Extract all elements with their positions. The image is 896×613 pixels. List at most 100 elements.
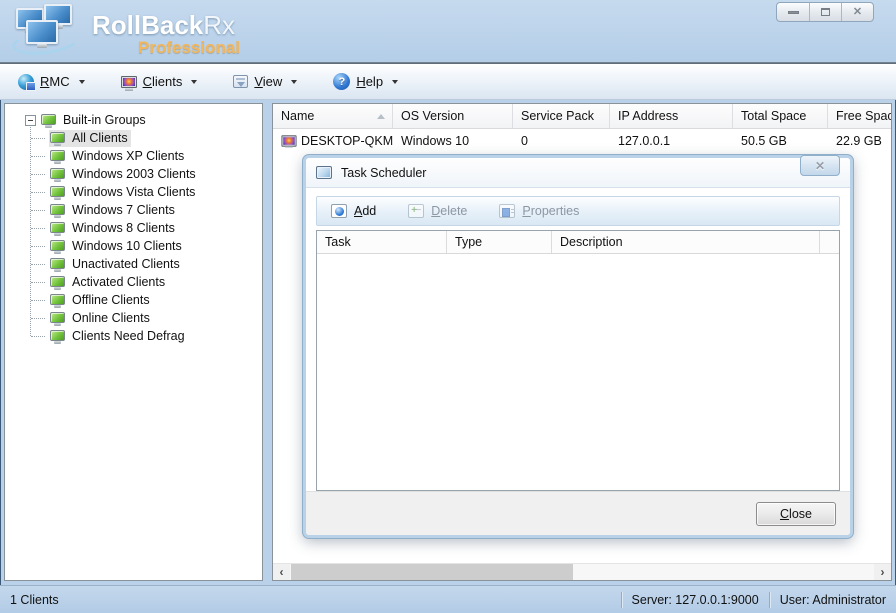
monitor-icon — [121, 76, 137, 88]
client-group-icon — [50, 240, 65, 251]
column-header-label: Name — [281, 109, 314, 123]
delete-task-button[interactable]: Delete — [408, 204, 467, 218]
sidebar-item-activated-clients[interactable]: Activated Clients — [5, 273, 262, 291]
properties-button[interactable]: Properties — [499, 204, 579, 218]
sidebar-item-windows-10-clients[interactable]: Windows 10 Clients — [5, 237, 262, 255]
client-group-icon — [50, 294, 65, 305]
menu-clients[interactable]: Clients — [121, 74, 198, 89]
sidebar-root-built-in-groups[interactable]: Built-in Groups — [5, 111, 262, 129]
group-tree: Built-in Groups All Clients Windows XP C… — [5, 104, 262, 345]
column-header-os-version[interactable]: OS Version — [393, 104, 513, 128]
logo-name-light: Rx — [203, 10, 235, 40]
sidebar-item-windows-8-clients[interactable]: Windows 8 Clients — [5, 219, 262, 237]
maximize-button[interactable] — [809, 3, 841, 21]
task-scheduler-icon — [316, 166, 332, 179]
sidebar-item-all-clients[interactable]: All Clients — [5, 129, 262, 147]
add-task-button[interactable]: Add — [331, 204, 376, 218]
column-header-service-pack[interactable]: Service Pack — [513, 104, 610, 128]
scroll-right-button[interactable]: › — [874, 564, 891, 580]
scroll-left-button[interactable]: ‹ — [273, 564, 290, 580]
sidebar-item-offline-clients[interactable]: Offline Clients — [5, 291, 262, 309]
client-table-header: Name OS Version Service Pack IP Address … — [273, 104, 891, 129]
tree-node: Windows 10 Clients — [49, 238, 185, 255]
menu-view-label: V — [254, 74, 262, 89]
tree-node: Windows Vista Clients — [49, 184, 198, 201]
client-group-icon — [50, 258, 65, 269]
close-icon: ✕ — [815, 159, 825, 173]
column-header-name[interactable]: Name — [273, 104, 393, 128]
status-separator — [621, 592, 622, 608]
column-header-description[interactable]: Description — [552, 231, 820, 253]
cell-os-version: Windows 10 — [393, 134, 513, 148]
close-button[interactable]: ✕ — [841, 3, 873, 21]
cell-service-pack: 0 — [513, 134, 610, 148]
menu-help[interactable]: ? Help — [333, 73, 398, 90]
tree-node: Online Clients — [49, 310, 153, 327]
cell-ip-address: 127.0.0.1 — [610, 134, 733, 148]
close-label: C — [780, 507, 789, 521]
column-header-free-space[interactable]: Free Space — [828, 104, 892, 128]
client-name: DESKTOP-QKMI... — [301, 134, 393, 148]
sidebar-item-label: Windows 8 Clients — [72, 221, 175, 235]
column-header-type[interactable]: Type — [447, 231, 552, 253]
app-logo: RollBackRx Professional — [14, 4, 240, 58]
help-icon: ? — [333, 73, 350, 90]
column-header-ip-address[interactable]: IP Address — [610, 104, 733, 128]
dialog-titlebar: Task Scheduler — [306, 158, 850, 188]
app-titlebar: RollBackRx Professional ✕ — [0, 0, 896, 62]
menu-rmc[interactable]: RMC — [18, 74, 85, 90]
tree-node: Windows 7 Clients — [49, 202, 178, 219]
status-separator — [769, 592, 770, 608]
client-group-icon — [50, 168, 65, 179]
window-controls: ✕ — [776, 2, 874, 22]
group-tree-panel: Built-in Groups All Clients Windows XP C… — [4, 103, 263, 581]
sidebar-item-online-clients[interactable]: Online Clients — [5, 309, 262, 327]
sidebar-item-windows-7-clients[interactable]: Windows 7 Clients — [5, 201, 262, 219]
sidebar-item-unactivated-clients[interactable]: Unactivated Clients — [5, 255, 262, 273]
sidebar-item-windows-xp-clients[interactable]: Windows XP Clients — [5, 147, 262, 165]
column-header-total-space[interactable]: Total Space — [733, 104, 828, 128]
status-client-count: 1 Clients — [10, 593, 59, 607]
globe-icon — [18, 74, 34, 90]
tree-node: Windows XP Clients — [49, 148, 187, 165]
sidebar-item-windows-2003-clients[interactable]: Windows 2003 Clients — [5, 165, 262, 183]
close-dialog-button[interactable]: Close — [756, 502, 836, 526]
collapse-icon[interactable] — [25, 115, 36, 126]
sidebar-item-windows-vista-clients[interactable]: Windows Vista Clients — [5, 183, 262, 201]
status-server: Server: 127.0.0.1:9000 — [632, 593, 759, 607]
sidebar-item-label: Windows XP Clients — [72, 149, 184, 163]
dialog-title: Task Scheduler — [341, 166, 426, 180]
client-group-icon — [50, 276, 65, 287]
minimize-button[interactable] — [777, 3, 809, 21]
status-user: User: Administrator — [780, 593, 886, 607]
logo-monitors-icon — [14, 4, 80, 58]
column-header-task[interactable]: Task — [317, 231, 447, 253]
column-header-label: OS Version — [401, 109, 464, 123]
column-header-label: Service Pack — [521, 109, 594, 123]
client-group-icon — [50, 150, 65, 161]
dialog-footer: Close — [306, 491, 850, 535]
tree-node: Activated Clients — [49, 274, 168, 291]
sidebar-item-clients-need-defrag[interactable]: Clients Need Defrag — [5, 327, 262, 345]
sidebar-item-label: Windows 7 Clients — [72, 203, 175, 217]
tree-node: Unactivated Clients — [49, 256, 183, 273]
scrollbar-thumb[interactable] — [291, 564, 573, 580]
sidebar-item-label: Offline Clients — [72, 293, 150, 307]
tree-node: All Clients — [49, 130, 131, 147]
horizontal-scrollbar[interactable]: ‹ › — [273, 563, 891, 580]
dialog-toolbar: Add Delete Properties — [316, 196, 840, 226]
client-table-row[interactable]: DESKTOP-QKMI... Windows 10 0 127.0.0.1 5… — [273, 129, 891, 153]
client-monitor-icon — [281, 135, 296, 146]
properties-label: P — [522, 204, 530, 218]
chevron-down-icon — [392, 80, 398, 84]
cell-free-space: 22.9 GB — [828, 134, 892, 148]
task-table: Task Type Description — [316, 230, 840, 491]
client-group-icon — [50, 132, 65, 143]
delete-label: D — [431, 204, 440, 218]
dialog-close-button[interactable]: ✕ — [800, 155, 840, 176]
properties-icon — [499, 204, 515, 218]
menu-view[interactable]: View — [233, 74, 297, 89]
add-icon — [331, 204, 347, 218]
cell-name: DESKTOP-QKMI... — [273, 134, 393, 148]
sidebar-item-label: Unactivated Clients — [72, 257, 180, 271]
